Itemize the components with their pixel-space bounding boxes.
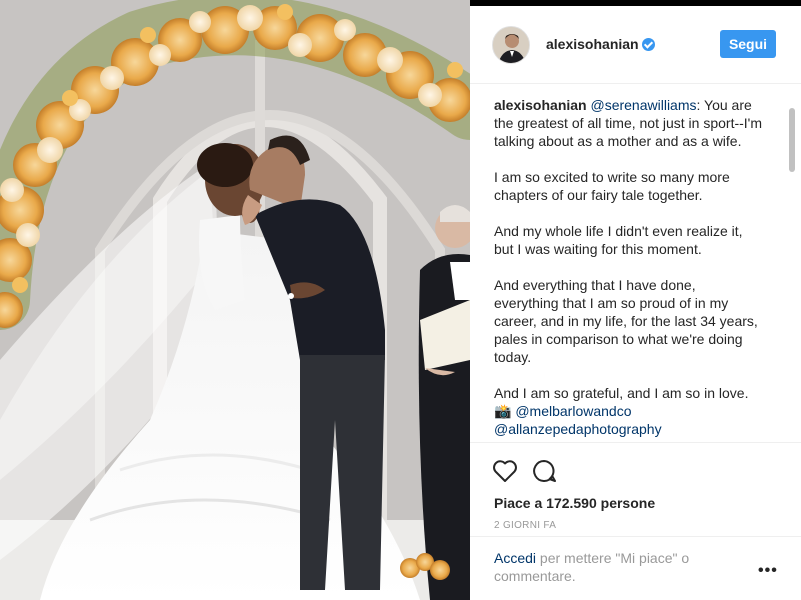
verified-badge-icon	[642, 38, 655, 51]
post-timestamp[interactable]: 2 GIORNI FA	[494, 520, 556, 531]
more-options-button[interactable]: •••	[758, 563, 778, 579]
caption-text-5: And I am so grateful, and I am so in lov…	[494, 385, 749, 401]
likes-count[interactable]: Piace a 172.590 persone	[494, 495, 655, 511]
caption-scrollbar[interactable]	[788, 86, 796, 446]
caption-text-2: I am so excited to write so many more ch…	[494, 169, 730, 203]
post-header: alexisohanian Segui	[470, 6, 801, 84]
post-caption: alexisohanian @serenawilliams: You are t…	[494, 96, 764, 441]
follow-button[interactable]: Segui	[720, 30, 776, 58]
post-photo[interactable]	[0, 0, 470, 600]
avatar-image	[493, 27, 529, 63]
post-side-panel: alexisohanian Segui alexisohanian @seren…	[470, 6, 801, 600]
caption-text-4: And everything that I have done, everyth…	[494, 277, 758, 365]
login-prompt: Accedi per mettere "Mi piace" o commenta…	[494, 549, 734, 585]
wedding-photo-illustration	[0, 0, 470, 600]
caption-mention[interactable]: @serenawilliams	[590, 97, 696, 113]
scrollbar-thumb[interactable]	[789, 108, 795, 172]
caption-credit-2[interactable]: @allanzepedaphotography	[494, 421, 662, 437]
header-username[interactable]: alexisohanian	[546, 36, 639, 52]
caption-text-3: And my whole life I didn't even realize …	[494, 223, 743, 257]
avatar[interactable]	[492, 26, 530, 64]
login-link[interactable]: Accedi	[494, 550, 536, 566]
comment-login-area: Accedi per mettere "Mi piace" o commenta…	[470, 536, 801, 600]
heart-outline-icon[interactable]	[492, 459, 520, 487]
speech-bubble-icon[interactable]	[532, 459, 560, 487]
post-actions: Piace a 172.590 persone 2 GIORNI FA	[470, 442, 801, 542]
caption-author[interactable]: alexisohanian	[494, 97, 587, 113]
camera-emoji-icon: 📸	[494, 403, 512, 419]
caption-credit-1[interactable]: @melbarlowandco	[515, 403, 631, 419]
